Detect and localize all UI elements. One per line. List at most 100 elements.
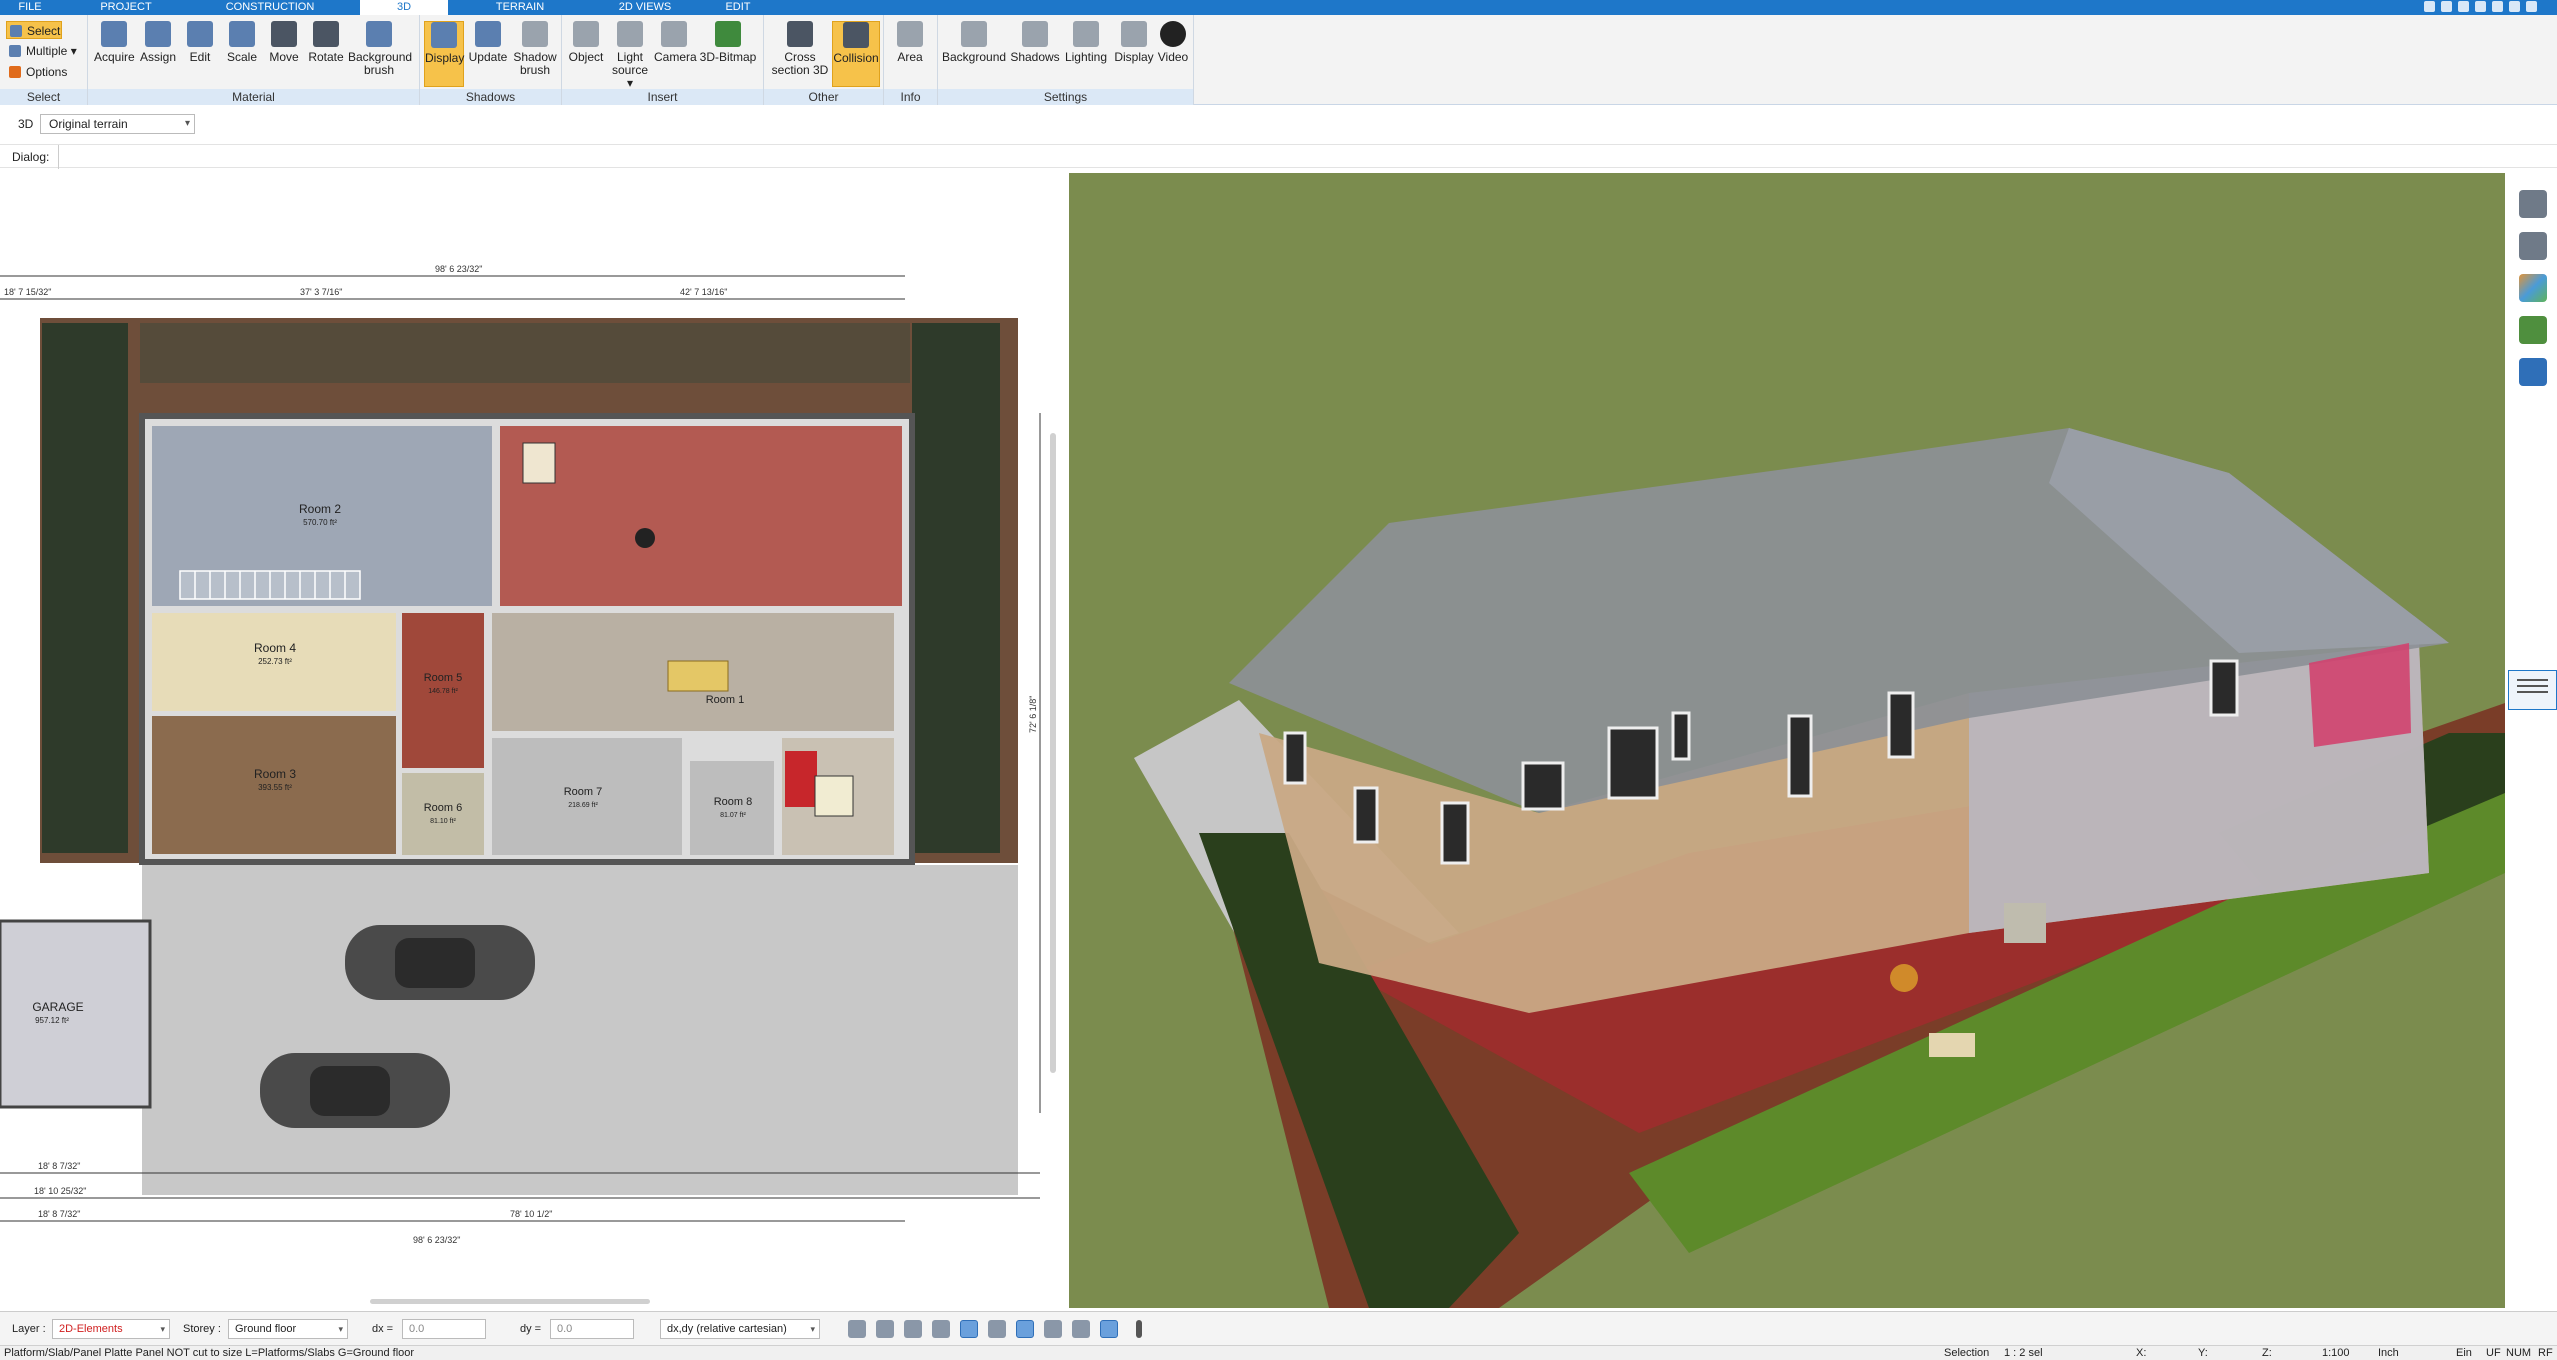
dy-input[interactable]: 0.0 xyxy=(550,1319,634,1339)
view-3d[interactable] xyxy=(1069,173,2505,1308)
update-shadows-button[interactable]: Update xyxy=(468,21,508,64)
collision-button[interactable]: Collision xyxy=(832,21,880,87)
room-8[interactable] xyxy=(690,761,774,855)
hatch-icon[interactable] xyxy=(988,1320,1006,1338)
settings-group: Background Shadows Lighting Display Vide… xyxy=(938,15,1194,105)
chevron-down-icon: ▾ xyxy=(184,118,190,129)
info-toggle-icon[interactable] xyxy=(1136,1320,1142,1338)
other-group: Cross section 3D Collision Other xyxy=(764,15,884,105)
room-6[interactable] xyxy=(402,773,484,855)
area-button[interactable]: Area xyxy=(890,21,930,64)
edit-material-button[interactable]: Edit xyxy=(180,21,220,64)
print-icon[interactable] xyxy=(932,1320,950,1338)
lightbulb-icon xyxy=(617,21,643,47)
room-7-label: Room 7 xyxy=(564,786,603,798)
coordinate-mode-select[interactable]: dx,dy (relative cartesian) ▾ xyxy=(660,1319,820,1339)
cube-update-icon xyxy=(475,21,501,47)
layers-icon[interactable] xyxy=(2519,190,2547,218)
3d-scene[interactable] xyxy=(1069,173,2505,1308)
ribbon-toolbar: Select Multiple ▾ Options Select Acquire… xyxy=(0,15,2557,105)
car-top xyxy=(345,925,535,1000)
select-button[interactable]: Select xyxy=(6,21,62,39)
dim-left-top: 18' 7 15/32" xyxy=(4,287,51,297)
layer-toggle-icon[interactable] xyxy=(1044,1320,1062,1338)
move-button[interactable]: Move xyxy=(264,21,304,64)
light-source-button[interactable]: Light source ▾ xyxy=(610,21,650,90)
cross-section-icon xyxy=(787,21,813,47)
tab-edit[interactable]: EDIT xyxy=(718,0,758,15)
dining-table xyxy=(667,660,729,692)
minimize-icon[interactable] xyxy=(2492,1,2503,12)
window-icon[interactable] xyxy=(2458,1,2469,12)
rotate-button[interactable]: Rotate xyxy=(306,21,346,64)
side-panel-handle[interactable] xyxy=(2508,670,2557,710)
clock-icon[interactable] xyxy=(848,1320,866,1338)
dim-bottom-4: 78' 10 1/2" xyxy=(510,1209,552,1219)
layer-label: Layer : xyxy=(12,1323,46,1335)
orthogonal-icon[interactable] xyxy=(1016,1320,1034,1338)
armchair-3d xyxy=(2004,903,2046,943)
multiple-button[interactable]: Multiple ▾ xyxy=(6,42,77,60)
angle-snap-icon[interactable] xyxy=(960,1320,978,1338)
snap-icon[interactable] xyxy=(876,1320,894,1338)
options-button[interactable]: Options xyxy=(6,63,67,81)
other-group-label: Other xyxy=(764,89,883,105)
plan-horizontal-scrollbar[interactable] xyxy=(370,1299,650,1304)
floor-plan-2d[interactable]: 98' 6 23/32" 18' 7 15/32" 37' 3 7/16" 42… xyxy=(0,173,1064,1306)
lighting-button[interactable]: Lighting xyxy=(1062,21,1110,64)
background-brush-button[interactable]: Background brush xyxy=(348,21,412,77)
terrace[interactable] xyxy=(500,426,902,606)
scale-button[interactable]: Scale xyxy=(222,21,262,64)
layer-select[interactable]: 2D-Elements ▾ xyxy=(52,1319,170,1339)
garage-area: 957.12 ft² xyxy=(35,1016,69,1025)
background-settings-button[interactable]: Background xyxy=(942,21,1006,64)
layers-view-icon[interactable] xyxy=(904,1320,922,1338)
cross-section-button[interactable]: Cross section 3D xyxy=(770,21,830,77)
object-button[interactable]: Object xyxy=(566,21,606,64)
teamviewer-icon[interactable] xyxy=(2519,358,2547,386)
shadow-brush-button[interactable]: Shadow brush xyxy=(512,21,558,77)
video-button[interactable]: Video xyxy=(1154,21,1192,64)
tab-construction[interactable]: CONSTRUCTION xyxy=(225,0,315,15)
room-8-label: Room 8 xyxy=(714,796,753,808)
dx-input[interactable]: 0.0 xyxy=(402,1319,486,1339)
person-icon xyxy=(843,22,869,48)
storey-select[interactable]: Ground floor ▾ xyxy=(228,1319,348,1339)
room-4-area: 252.73 ft² xyxy=(258,657,292,666)
tab-terrain[interactable]: TERRAIN xyxy=(490,0,550,15)
tool-icon[interactable] xyxy=(2424,1,2435,12)
dim-right-top: 42' 7 13/16" xyxy=(680,287,727,297)
terrain-select[interactable]: Original terrain ▾ xyxy=(40,114,195,134)
material-group: Acquire Assign Edit Scale Move Rotate Ba… xyxy=(88,15,420,105)
help-icon[interactable] xyxy=(2475,1,2486,12)
grid-icon[interactable] xyxy=(1072,1320,1090,1338)
room-4-label: Room 4 xyxy=(254,641,296,655)
tab-2d-views[interactable]: 2D VIEWS xyxy=(612,0,678,15)
area-icon xyxy=(897,21,923,47)
tab-file[interactable]: FILE xyxy=(10,0,50,15)
north-icon[interactable] xyxy=(1100,1320,1118,1338)
plants-icon[interactable] xyxy=(2519,316,2547,344)
chevron-down-icon: ▾ xyxy=(810,1324,815,1334)
acquire-button[interactable]: Acquire xyxy=(94,21,135,64)
maximize-icon[interactable] xyxy=(2509,1,2520,12)
display-shadows-button[interactable]: Display xyxy=(424,21,464,87)
settings-group-label: Settings xyxy=(938,89,1193,105)
assign-button[interactable]: Assign xyxy=(138,21,178,64)
patio-table xyxy=(635,528,655,548)
shadows-settings-button[interactable]: Shadows xyxy=(1010,21,1060,64)
camera-button[interactable]: Camera xyxy=(654,21,697,64)
chevron-down-icon: ▾ xyxy=(338,1324,343,1334)
floor-plan-drawing[interactable]: 98' 6 23/32" 18' 7 15/32" 37' 3 7/16" 42… xyxy=(0,173,1064,1306)
tab-3d[interactable]: 3D xyxy=(360,0,448,15)
close-icon[interactable] xyxy=(2526,1,2537,12)
dialog-row: Dialog: xyxy=(0,144,2557,169)
layout-icon[interactable] xyxy=(2441,1,2452,12)
bitmap-3d-button[interactable]: 3D-Bitmap xyxy=(698,21,758,64)
materials-icon[interactable] xyxy=(2519,274,2547,302)
display-settings-button[interactable]: Display xyxy=(1112,21,1156,64)
chair-catalog-icon[interactable] xyxy=(2519,232,2547,260)
patio-bench xyxy=(522,442,556,484)
tab-project[interactable]: PROJECT xyxy=(96,0,156,15)
plan-vertical-scrollbar[interactable] xyxy=(1050,433,1056,1073)
